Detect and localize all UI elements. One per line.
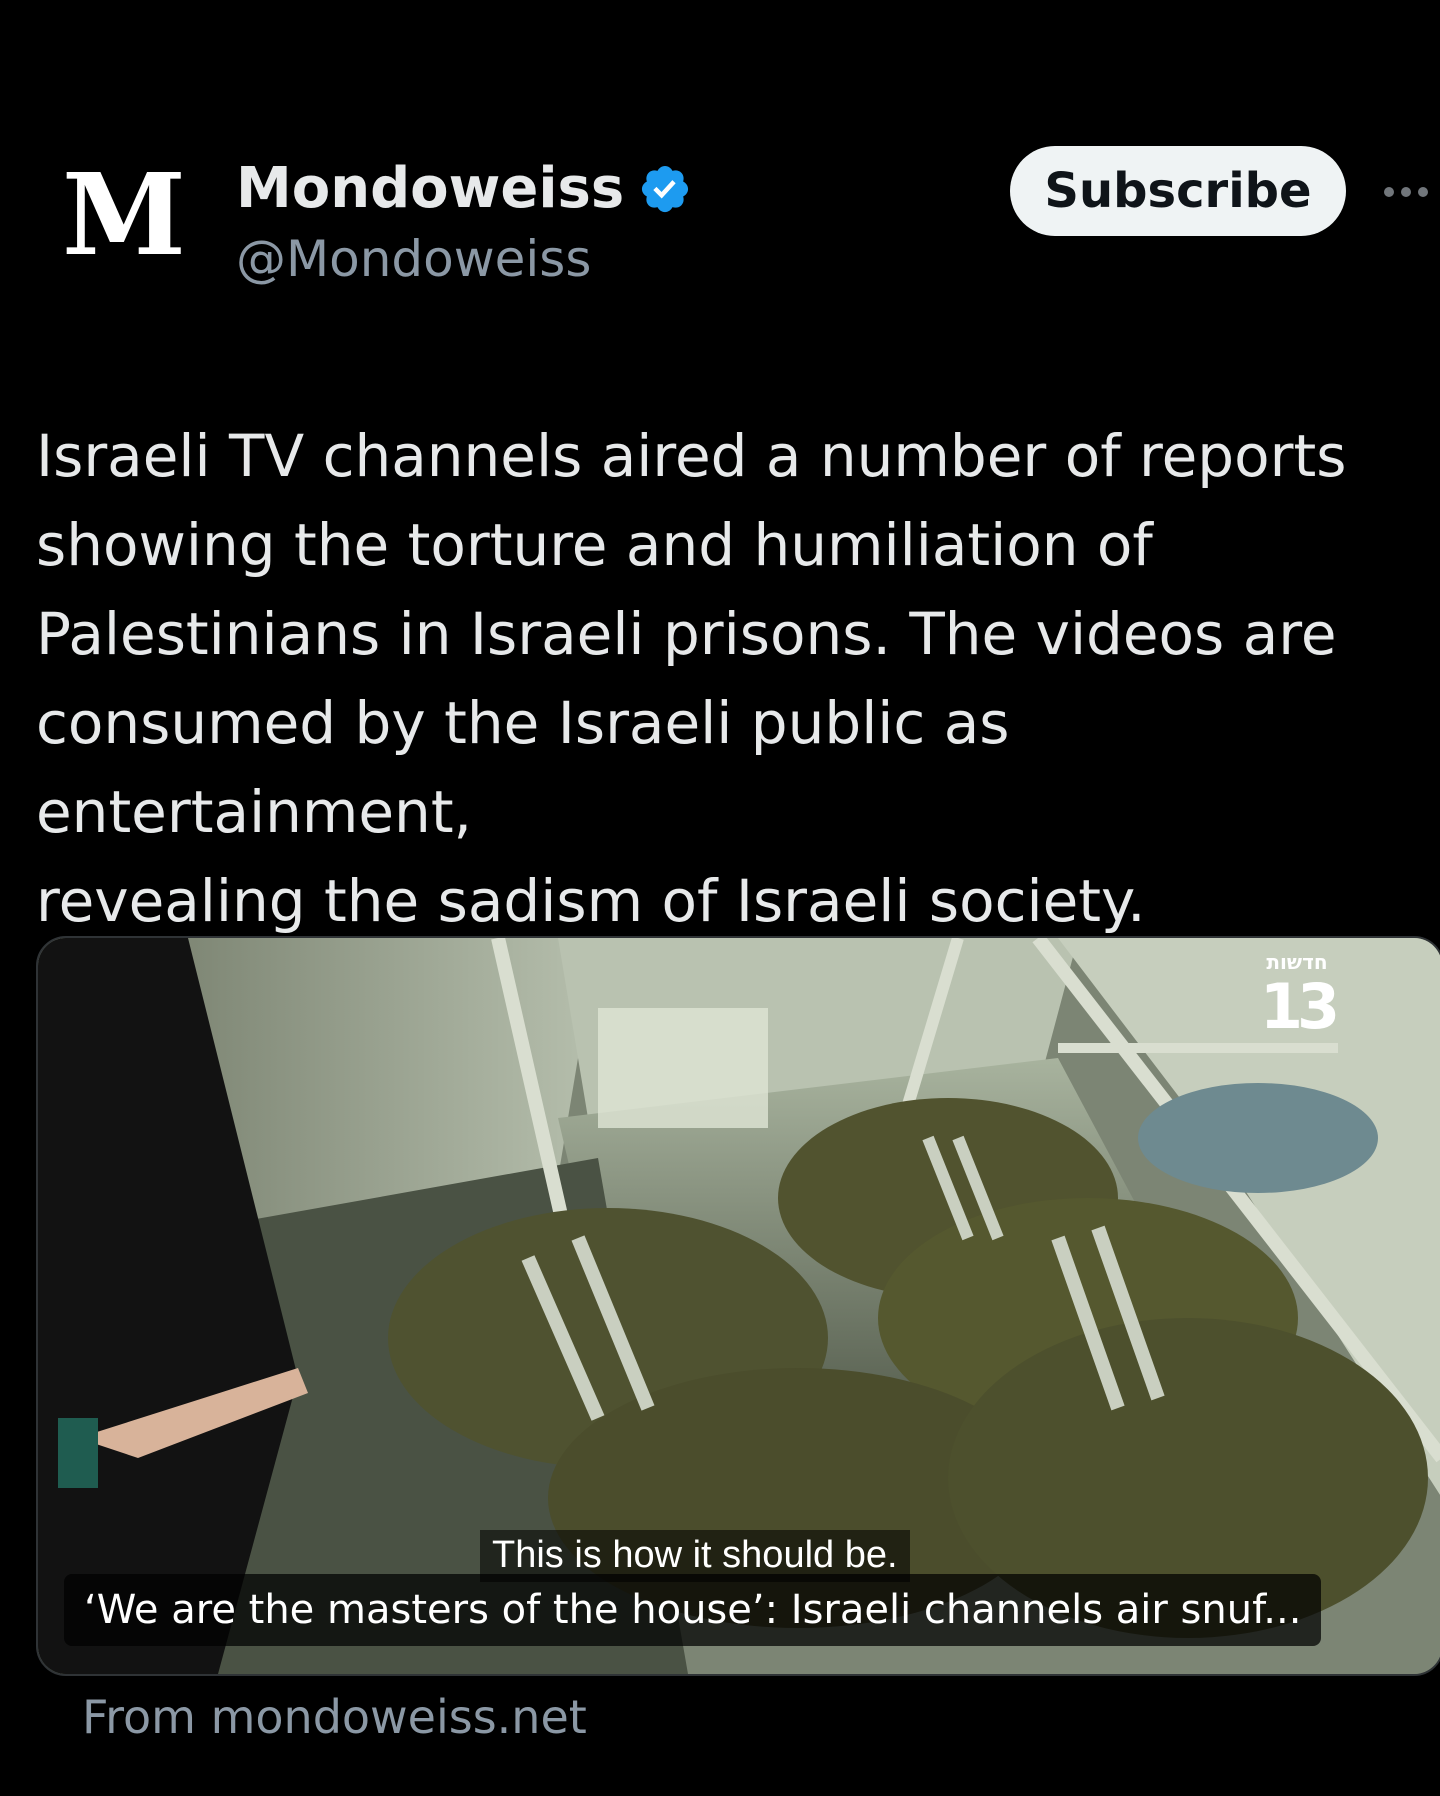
tweet-text: Israeli TV channels aired a number of re… — [36, 422, 1347, 935]
more-options-icon[interactable] — [1384, 182, 1440, 202]
link-card-title[interactable]: ‘We are the masters of the house’: Israe… — [64, 1574, 1322, 1646]
name-row: Mondoweiss — [236, 158, 692, 220]
avatar[interactable]: M — [52, 160, 192, 300]
handle[interactable]: @Mondoweiss — [236, 232, 591, 287]
channel-logo: חדשות 13 — [1252, 950, 1342, 1050]
verified-badge-icon — [638, 162, 692, 216]
link-card-source[interactable]: From mondoweiss.net — [82, 1690, 587, 1744]
tweet-header: M Mondoweiss @Mondoweiss Subscribe — [0, 0, 1440, 300]
display-name[interactable]: Mondoweiss — [236, 158, 624, 220]
subscribe-button[interactable]: Subscribe — [1010, 146, 1346, 236]
channel-logo-number: 13 — [1259, 970, 1340, 1043]
